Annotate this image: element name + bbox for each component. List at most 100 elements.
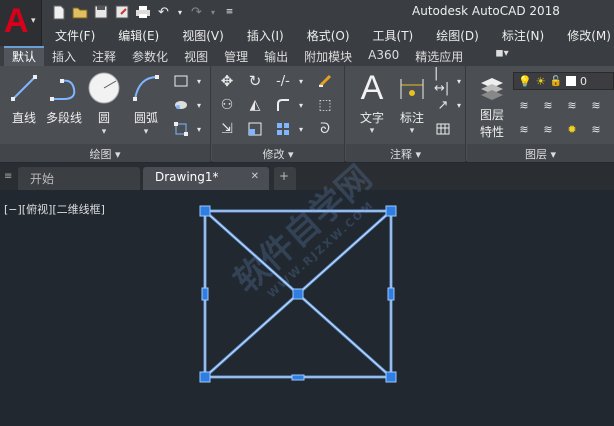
layer-properties-button[interactable]: 图层 特性 [469,70,515,140]
chevron-down-icon[interactable]: ▾ [176,4,184,21]
quick-access-toolbar: ↶ ▾ ↷ ▾ ≡ [50,2,238,22]
layers-panel-title[interactable]: 图层 ▾ [467,144,614,162]
chevron-down-icon[interactable]: ▾ [388,126,436,136]
autocad-logo-icon: A [4,2,29,40]
layer-isolate-icon[interactable]: ≋ [539,96,557,114]
tab-annotate[interactable]: 注释 [84,46,124,66]
layer-walk-icon[interactable]: ✹ [563,120,581,138]
menu-file[interactable]: 文件(F) [42,24,105,46]
chevron-down-icon[interactable]: ▾ [292,72,310,90]
polyline-icon [50,79,76,101]
drawing-svg [199,205,397,383]
chevron-down-icon[interactable]: ▾ [292,120,310,138]
chevron-down-icon[interactable]: ▾ [190,96,208,114]
file-tabs-menu-icon[interactable]: ≡ [4,171,12,182]
save-as-icon[interactable] [113,4,130,21]
tab-a360[interactable]: A360 [360,46,407,66]
menu-format[interactable]: 格式(O) [294,24,360,46]
new-tab-button[interactable]: + [274,167,296,190]
tab-view[interactable]: 视图 [176,46,216,66]
layer-previous-icon[interactable]: ≋ [539,120,557,138]
layer-match-icon[interactable]: ≋ [515,120,533,138]
stretch-icon[interactable]: ⇲ [218,120,236,138]
erase-icon[interactable] [316,72,334,90]
mirror-icon[interactable]: ◭ [246,96,264,114]
move-icon[interactable]: ✥ [218,72,236,90]
chevron-down-icon[interactable]: ▾ [450,72,468,90]
close-icon[interactable]: ✕ [251,171,259,182]
chevron-down-icon[interactable]: ▾ [292,96,310,114]
explode-icon[interactable]: ⬚ [316,96,334,114]
circle-button[interactable]: 圆 ▾ [80,70,128,137]
chevron-down-icon[interactable]: ▾ [190,120,208,138]
layer-lock-icon[interactable]: ≋ [587,120,605,138]
layer-freeze-icon[interactable]: ≋ [563,96,581,114]
menu-dimension[interactable]: 标注(N) [489,24,554,46]
customize-toolbar-icon[interactable]: ≡ [221,4,238,21]
menu-view[interactable]: 视图(V) [169,24,234,46]
menu-edit[interactable]: 编辑(E) [105,24,169,46]
rotate-icon[interactable]: ↻ [246,72,264,90]
color-swatch [566,76,577,86]
trim-icon[interactable]: -/- [274,72,292,90]
grip-bottom-left[interactable] [199,371,211,383]
dimension-button[interactable]: 标注 ▾ [388,70,436,136]
copy-icon[interactable]: ⚇ [218,96,236,114]
rectangle-icon[interactable] [172,72,190,90]
chevron-down-icon[interactable]: ▾ [209,4,217,21]
tab-default[interactable]: 默认 [4,46,45,66]
redo-icon[interactable]: ↷ [188,4,205,21]
ribbon-options-icon[interactable]: ◼▾ [487,46,516,66]
layer-off-icon[interactable]: ≋ [587,96,605,114]
layer-properties-label-line1: 图层 [479,108,504,122]
undo-icon[interactable]: ↶ [155,4,172,21]
offset-icon[interactable]: ᘐ [316,120,334,138]
table-icon[interactable] [434,120,452,138]
layer-state-icon[interactable]: ≋ [515,96,533,114]
fillet-icon[interactable] [274,96,292,114]
tab-manage[interactable]: 管理 [216,46,256,66]
open-folder-icon[interactable] [71,4,88,21]
menu-modify[interactable]: 修改(M) [554,24,614,46]
ribbon-tab-bar: 默认 插入 注释 参数化 视图 管理 输出 附加模块 A360 精选应用 ◼▾ [0,46,614,66]
chevron-down-icon[interactable]: ▾ [122,127,170,137]
hatch-icon[interactable] [172,96,190,114]
tab-addins[interactable]: 附加模块 [296,46,360,66]
grip-mid-bottom[interactable] [291,374,305,381]
menu-tools[interactable]: 工具(T) [360,24,424,46]
modify-panel-title[interactable]: 修改 ▾ [212,144,344,162]
save-icon[interactable] [92,4,109,21]
tab-start[interactable]: 开始 [18,167,140,190]
print-icon[interactable] [134,4,151,21]
chevron-down-icon[interactable]: ▾ [190,72,208,90]
chevron-down-icon[interactable]: ▾ [80,127,128,137]
draw-panel-title[interactable]: 绘图 ▾ [0,144,210,162]
tab-output[interactable]: 输出 [256,46,296,66]
circle-label: 圆 [97,111,110,125]
annotation-panel-title[interactable]: 注释 ▾ [346,144,465,162]
grip-top-left[interactable] [199,205,211,217]
scale-icon[interactable] [246,120,264,138]
arc-button[interactable]: 圆弧 ▾ [122,70,170,137]
new-file-icon[interactable] [50,4,67,21]
tab-insert[interactable]: 插入 [44,46,84,66]
tab-drawing1[interactable]: Drawing1* ✕ [143,167,269,190]
array-icon[interactable] [274,120,292,138]
grip-center[interactable] [292,288,304,300]
menu-insert[interactable]: 插入(I) [234,24,294,46]
grip-mid-right[interactable] [387,287,395,301]
boundary-icon[interactable] [172,120,190,138]
lock-icon[interactable]: 🔓 [550,76,562,87]
bulb-icon[interactable]: 💡 [518,75,532,88]
grip-mid-left[interactable] [201,287,209,301]
layer-dropdown[interactable]: 💡 ☀ 🔓 0 [513,72,614,90]
sun-icon[interactable]: ☀ [536,75,546,88]
tab-featured-apps[interactable]: 精选应用 [407,46,471,66]
application-menu-button[interactable]: A ▾ [0,0,42,46]
chevron-down-icon[interactable]: ▾ [450,96,468,114]
grip-bottom-right[interactable] [385,371,397,383]
tab-parametric[interactable]: 参数化 [124,46,176,66]
drawing-canvas[interactable]: [−][俯视][二维线框] [0,190,614,426]
grip-top-right[interactable] [385,205,397,217]
menu-draw[interactable]: 绘图(D) [423,24,489,46]
